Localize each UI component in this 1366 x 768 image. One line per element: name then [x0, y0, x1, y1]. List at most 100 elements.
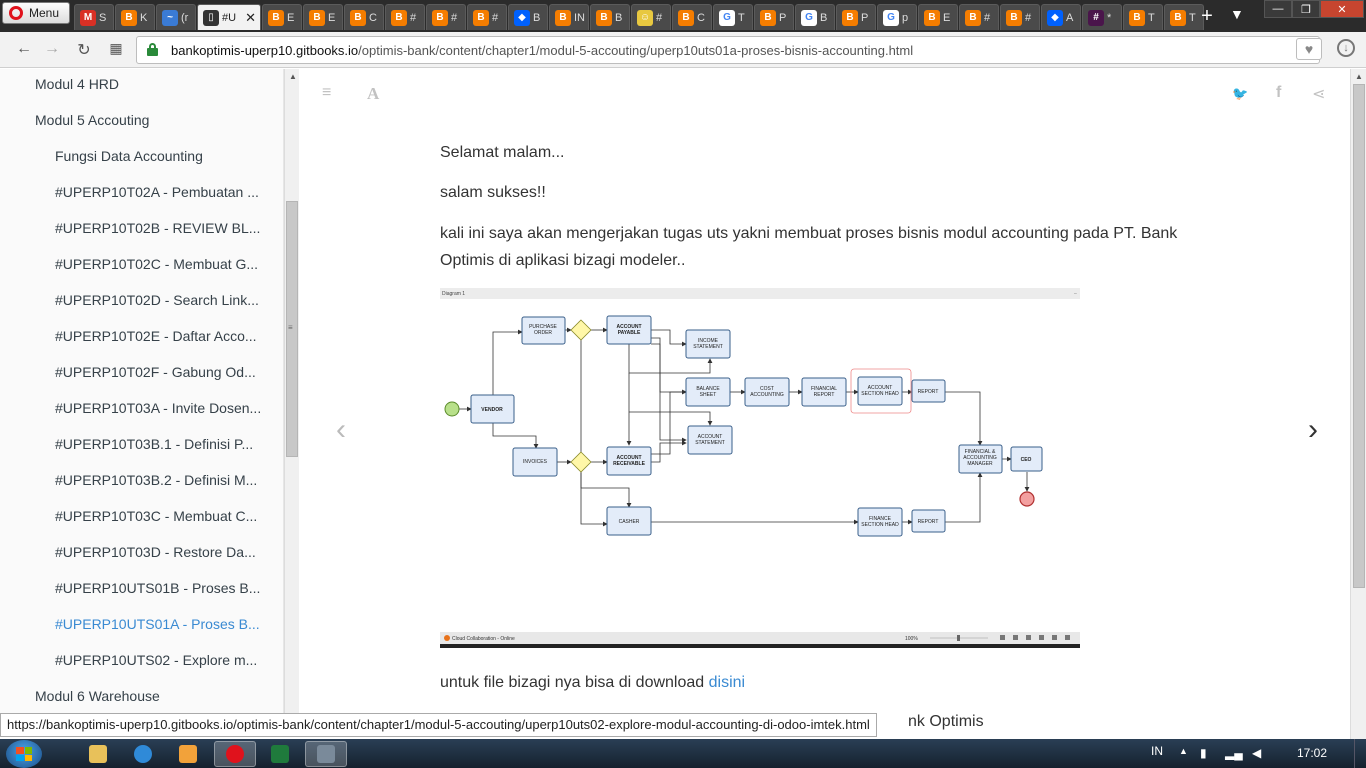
- browser-tab[interactable]: # *: [1082, 4, 1122, 30]
- tab-title: B: [533, 11, 541, 24]
- browser-tab[interactable]: BE: [918, 4, 958, 30]
- browser-tab[interactable]: B #: [467, 4, 507, 30]
- browser-tab[interactable]: ~ (r: [156, 4, 196, 30]
- sidebar-scrollbar[interactable]: ▲ ≡: [284, 69, 299, 714]
- app-taskbar-button[interactable]: [305, 741, 347, 767]
- font-settings-icon[interactable]: A: [367, 84, 379, 104]
- browser-tab[interactable]: B IN: [549, 4, 589, 30]
- browser-tab[interactable]: BP: [754, 4, 794, 30]
- clock-time[interactable]: 17:02: [1297, 746, 1327, 760]
- browser-tab[interactable]: ☺ #: [631, 4, 671, 30]
- resize-grip-icon[interactable]: ≡: [288, 323, 293, 332]
- sidebar-article-item[interactable]: #UPERP10T02A - Pembuatan ...: [55, 184, 269, 200]
- media-player-taskbar-button[interactable]: [167, 741, 209, 767]
- browser-tab[interactable]: BE: [262, 4, 302, 30]
- browser-tab[interactable]: GT: [713, 4, 753, 30]
- blogger-icon: B: [1170, 9, 1186, 26]
- browser-tab[interactable]: BP: [836, 4, 876, 30]
- power-icon[interactable]: ▮: [1200, 746, 1214, 760]
- bizagi-diagram-image: .n rect { fill: #e3ecf9; stroke: #3a5f8a…: [440, 288, 1080, 648]
- sidebar-article-item[interactable]: #UPERP10T02F - Gabung Od...: [55, 364, 269, 380]
- sidebar-chapter-item[interactable]: Modul 5 Accouting: [35, 112, 275, 128]
- share-icon[interactable]: ⋖: [1312, 84, 1325, 104]
- show-desktop-button[interactable]: [1354, 739, 1366, 768]
- browser-tab[interactable]: BC: [344, 4, 384, 30]
- opera-taskbar-button[interactable]: [214, 741, 256, 767]
- browser-tab[interactable]: BB: [590, 4, 630, 30]
- sidebar-article-item[interactable]: #UPERP10UTS01A - Proses B...: [55, 616, 269, 632]
- tab-title: T: [1189, 11, 1196, 24]
- start-button[interactable]: [6, 740, 42, 768]
- close-window-button[interactable]: ✕: [1320, 0, 1364, 18]
- explorer-taskbar-button[interactable]: [77, 741, 119, 767]
- back-icon[interactable]: ←: [14, 40, 34, 58]
- edge: [945, 472, 983, 523]
- google-icon: G: [883, 9, 899, 26]
- tab-menu-icon[interactable]: ▼: [1230, 6, 1244, 22]
- download-icon[interactable]: ↓: [1337, 39, 1355, 57]
- page-scrollbar[interactable]: ▲: [1350, 69, 1366, 739]
- speed-dial-icon[interactable]: ▦: [106, 40, 126, 57]
- previous-page-icon[interactable]: ‹: [336, 413, 346, 447]
- browser-tab[interactable]: B #: [1000, 4, 1040, 30]
- sidebar-chapter-item[interactable]: Modul 4 HRD: [35, 76, 275, 92]
- browser-tab[interactable]: ◆ A: [1041, 4, 1081, 30]
- excel-taskbar-button[interactable]: [259, 741, 301, 767]
- toggle-sidebar-icon[interactable]: ≡: [322, 84, 331, 102]
- reload-icon[interactable]: ↻: [74, 40, 94, 60]
- signal-icon[interactable]: ▂▄: [1225, 746, 1243, 760]
- tab-title: E: [287, 11, 295, 24]
- minimize-button[interactable]: —: [1264, 0, 1292, 18]
- maximize-button[interactable]: ❐: [1292, 0, 1320, 18]
- browser-tab[interactable]: BC: [672, 4, 712, 30]
- browser-tab[interactable]: MS: [74, 4, 114, 30]
- sidebar-chapter-item[interactable]: Modul 6 Warehouse: [35, 688, 275, 704]
- show-hidden-icons-icon[interactable]: ▲: [1179, 746, 1188, 756]
- browser-tab[interactable]: ◆ B: [508, 4, 548, 30]
- sidebar-article-item[interactable]: #UPERP10T03B.1 - Definisi P...: [55, 436, 269, 452]
- twitter-icon[interactable]: 🐦: [1232, 86, 1248, 102]
- sidebar-article-item[interactable]: #UPERP10T03C - Membuat C...: [55, 508, 269, 524]
- tab-title: E: [943, 11, 951, 24]
- svg-text:STATEMENT: STATEMENT: [695, 440, 725, 446]
- browser-tab[interactable]: BE: [303, 4, 343, 30]
- app-icon: [317, 745, 335, 763]
- sidebar-article-item[interactable]: #UPERP10T03A - Invite Dosen...: [55, 400, 269, 416]
- bookmark-heart-icon[interactable]: ♥: [1296, 38, 1322, 60]
- browser-tab[interactable]: GB: [795, 4, 835, 30]
- browser-tab[interactable]: B #: [426, 4, 466, 30]
- sidebar-article-item[interactable]: #UPERP10T03D - Restore Da...: [55, 544, 269, 560]
- scroll-up-icon[interactable]: ▲: [289, 72, 297, 81]
- tab-title: p: [902, 11, 909, 24]
- close-tab-icon[interactable]: ✕: [245, 10, 256, 26]
- sidebar-article-item[interactable]: #UPERP10T03B.2 - Definisi M...: [55, 472, 269, 488]
- volume-icon[interactable]: ◀: [1252, 746, 1266, 760]
- url-host: bankoptimis-uperp10.gitbooks.io: [171, 43, 359, 58]
- forward-icon[interactable]: →: [42, 40, 62, 58]
- svg-text:PAYABLE: PAYABLE: [618, 330, 641, 336]
- browser-tab[interactable]: B #: [385, 4, 425, 30]
- browser-tab[interactable]: BK: [115, 4, 155, 30]
- sidebar-article-item[interactable]: #UPERP10UTS01B - Proses B...: [55, 580, 269, 596]
- browser-tab[interactable]: BT: [1123, 4, 1163, 30]
- sidebar-article-item[interactable]: Fungsi Data Accounting: [55, 148, 269, 164]
- scroll-up-icon[interactable]: ▲: [1355, 72, 1363, 81]
- browser-tab[interactable]: Gp: [877, 4, 917, 30]
- opera-menu-button[interactable]: Menu: [2, 2, 70, 24]
- node-account-payable: ACCOUNTPAYABLE: [606, 315, 652, 345]
- facebook-icon[interactable]: f: [1276, 84, 1281, 102]
- next-page-icon[interactable]: ›: [1308, 413, 1318, 447]
- browser-tab[interactable]: ▯ #U ✕: [197, 4, 261, 30]
- new-tab-button[interactable]: +: [1196, 5, 1218, 28]
- sidebar-article-item[interactable]: #UPERP10T02C - Membuat G...: [55, 256, 269, 272]
- sidebar-article-item[interactable]: #UPERP10UTS02 - Explore m...: [55, 652, 269, 668]
- address-bar[interactable]: bankoptimis-uperp10.gitbooks.io/optimis-…: [136, 36, 1320, 64]
- sidebar-article-item[interactable]: #UPERP10T02E - Daftar Acco...: [55, 328, 269, 344]
- sidebar-article-item[interactable]: #UPERP10T02B - REVIEW BL...: [55, 220, 269, 236]
- download-link[interactable]: disini: [709, 674, 745, 691]
- language-indicator[interactable]: IN: [1151, 744, 1163, 758]
- ie-taskbar-button[interactable]: [122, 741, 164, 767]
- browser-tab[interactable]: B #: [959, 4, 999, 30]
- page-scroll-thumb[interactable]: [1353, 84, 1365, 588]
- sidebar-article-item[interactable]: #UPERP10T02D - Search Link...: [55, 292, 269, 308]
